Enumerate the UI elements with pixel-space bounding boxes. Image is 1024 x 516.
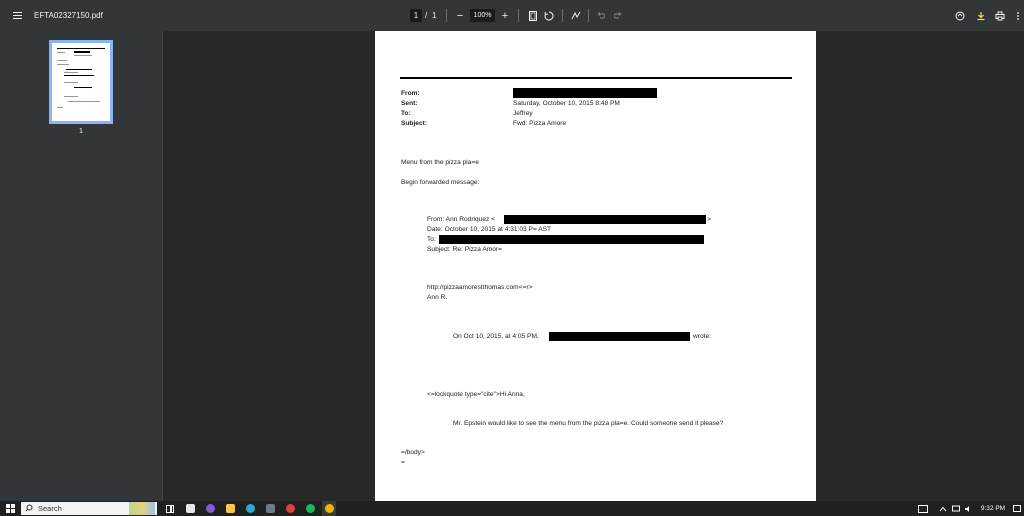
- zoom-level-input[interactable]: 100%: [470, 9, 495, 22]
- page-number-input[interactable]: 1: [410, 9, 422, 22]
- pdf-toolbar: EFTA02327150.pdf 1 / 1 − 100% +: [0, 0, 1024, 31]
- toolbar-divider: [562, 9, 563, 22]
- app-icon[interactable]: [264, 501, 276, 516]
- redaction-block: [504, 215, 706, 224]
- toolbar-divider: [446, 9, 447, 22]
- to-value: Jeffrey: [513, 110, 533, 117]
- redo-icon[interactable]: [611, 0, 625, 31]
- redaction-block: [549, 332, 690, 341]
- file-explorer-icon[interactable]: [224, 501, 236, 516]
- request-line: Mr. Epstein would like to see the menu f…: [453, 420, 724, 427]
- volume-icon[interactable]: [963, 501, 973, 516]
- sent-label: Sent:: [401, 100, 418, 107]
- page-thumbnail[interactable]: [49, 40, 113, 124]
- search-highlight-image: [129, 502, 155, 515]
- url-line: http://pizzaamorestthomas.com<=r>: [427, 284, 533, 291]
- rotate-icon[interactable]: [542, 0, 556, 31]
- from-label: From:: [401, 90, 420, 97]
- zoom-out-button[interactable]: −: [455, 0, 465, 31]
- document-title: EFTA02327150.pdf: [34, 11, 103, 20]
- app-icon[interactable]: [204, 501, 216, 516]
- body-line-2: Begin forwarded message:: [401, 179, 480, 186]
- fwd-from: From: Ann Rodriquez <: [427, 216, 495, 223]
- download-icon[interactable]: [974, 0, 988, 31]
- undo-icon[interactable]: [594, 0, 608, 31]
- taskbar: Search 9:32 PM: [0, 501, 1024, 516]
- toolbar-divider: [588, 9, 589, 22]
- end-line-1: =/body>: [401, 449, 425, 456]
- page-separator: /: [425, 11, 428, 20]
- fwd-subject: Subject: Re: Pizza Amor=: [427, 246, 502, 253]
- end-line-2: =: [401, 459, 405, 466]
- spotify-icon[interactable]: [304, 501, 316, 516]
- edge-icon[interactable]: [244, 501, 256, 516]
- search-icon: [25, 504, 33, 514]
- body-line-1: Menu from the pizza pla=e: [401, 159, 479, 166]
- search-label: Search: [38, 504, 62, 513]
- notification-chat-icon[interactable]: [916, 501, 929, 516]
- fwd-from-close: >: [707, 216, 711, 223]
- chrome-icon[interactable]: [284, 501, 296, 516]
- toolbar-divider: [518, 9, 519, 22]
- more-options-icon[interactable]: [1011, 0, 1024, 31]
- app-icon[interactable]: [184, 501, 196, 516]
- print-icon[interactable]: [993, 0, 1007, 31]
- sent-value: Saturday, October 10, 2015 8:48 PM: [513, 100, 620, 107]
- page-total: 1: [432, 11, 437, 20]
- redaction-block: [513, 88, 657, 98]
- notifications-icon[interactable]: [1012, 501, 1022, 516]
- chrome-active-icon[interactable]: [322, 501, 336, 516]
- to-label: To:: [401, 110, 411, 117]
- blockquote-line: <=lockquote type="cite">Hi Anna,: [427, 391, 525, 398]
- subject-value: Fwd: Pizza Amore: [513, 120, 567, 127]
- task-view-icon[interactable]: [164, 501, 176, 516]
- thumbnail-page-number: 1: [79, 128, 83, 135]
- redaction-block: [439, 235, 704, 244]
- menu-icon[interactable]: [8, 0, 26, 31]
- thumbnail-sidebar: 1: [0, 31, 163, 501]
- pdf-page: From: Sent: Saturday, October 10, 2015 8…: [375, 31, 816, 501]
- annotate-icon[interactable]: [569, 0, 583, 31]
- subject-label: Subject:: [401, 120, 428, 127]
- quote-wrote: wrote:: [693, 333, 711, 340]
- clock-time[interactable]: 9:32 PM: [978, 501, 1008, 516]
- zoom-in-button[interactable]: +: [500, 0, 510, 31]
- fwd-date: Date: October 10, 2015 at 4:31:03 P= AST: [427, 226, 552, 233]
- drive-icon[interactable]: [953, 0, 967, 31]
- signature: Ann R.: [427, 294, 448, 301]
- fit-page-icon[interactable]: [526, 0, 540, 31]
- fwd-to: To:: [427, 236, 436, 243]
- network-icon[interactable]: [951, 501, 961, 516]
- windows-start-icon[interactable]: [3, 501, 17, 516]
- chevron-up-icon[interactable]: [938, 501, 948, 516]
- taskbar-search-box[interactable]: Search: [21, 502, 157, 515]
- header-rule: [400, 77, 792, 79]
- quote-intro: On Oct 10, 2015, at 4:05 PM,: [453, 333, 539, 340]
